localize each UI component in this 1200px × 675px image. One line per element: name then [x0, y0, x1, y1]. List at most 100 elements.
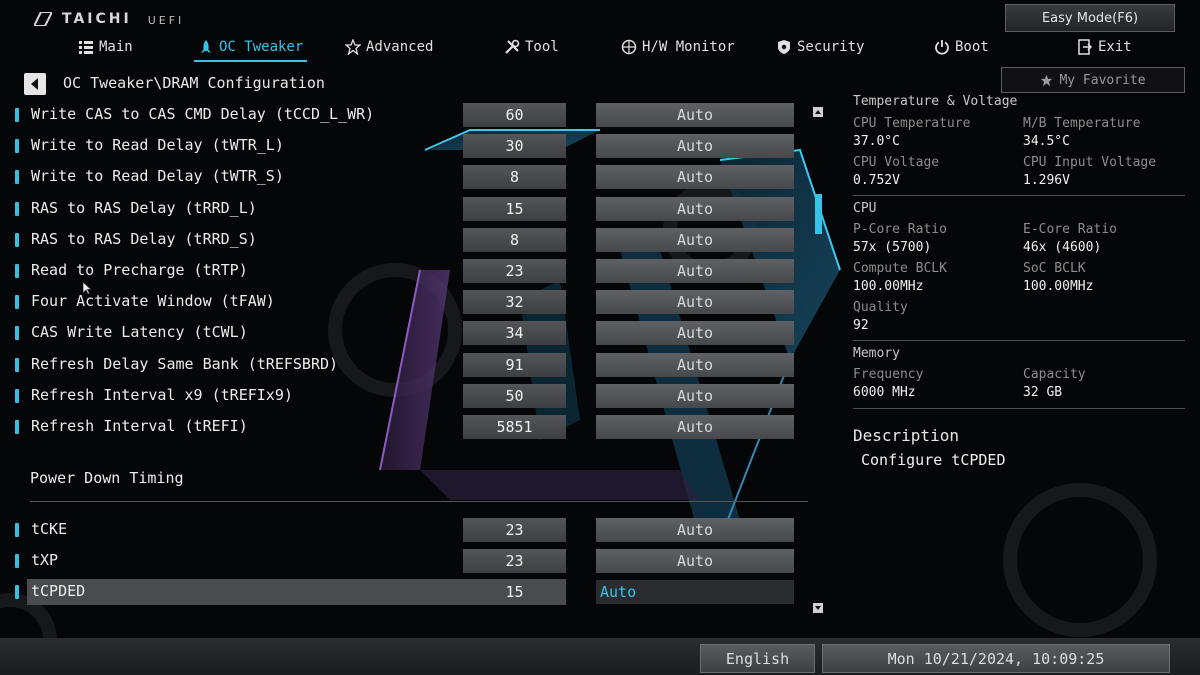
tab-boot[interactable]: Boot — [934, 36, 989, 58]
setting-label: tCKE — [31, 520, 68, 538]
setting-mode-dropdown[interactable]: Auto — [596, 415, 794, 439]
exit-icon — [1078, 39, 1093, 55]
row-bullet — [15, 326, 19, 340]
setting-value-field[interactable]: 15 — [463, 580, 566, 604]
setting-mode-dropdown[interactable]: Auto — [596, 290, 794, 314]
soc-bclk-label: SoC BCLK — [1023, 261, 1086, 276]
setting-value-field[interactable]: 23 — [463, 259, 566, 283]
cpu-temp-label: CPU Temperature — [853, 116, 971, 131]
setting-value-field[interactable]: 8 — [463, 165, 566, 189]
memory-section-title: Memory — [853, 346, 900, 361]
setting-row-trefi[interactable]: Refresh Interval (tREFI) 5851 Auto — [0, 414, 810, 440]
scroll-up-button[interactable] — [813, 107, 823, 117]
setting-row-twtr-s[interactable]: Write to Read Delay (tWTR_S) 8 Auto — [0, 164, 810, 190]
setting-row-trrd-l[interactable]: RAS to RAS Delay (tRRD_L) 15 Auto — [0, 196, 810, 222]
row-bullet — [15, 358, 19, 372]
star-icon — [1041, 74, 1053, 86]
settings-list: Write CAS to CAS CMD Delay (tCCD_L_WR) 6… — [0, 0, 840, 640]
setting-row-trtp[interactable]: Read to Precharge (tRTP) 23 Auto — [0, 258, 810, 284]
row-bullet — [15, 554, 19, 568]
easy-mode-button[interactable]: Easy Mode(F6) — [1005, 4, 1175, 32]
compute-bclk-value: 100.00MHz — [853, 279, 924, 294]
my-favorite-label: My Favorite — [1059, 72, 1146, 88]
setting-value-field[interactable]: 50 — [463, 384, 566, 408]
scroll-down-button[interactable] — [813, 603, 823, 613]
setting-mode-dropdown[interactable]: Auto — [596, 228, 794, 252]
panel-divider — [853, 340, 1185, 341]
setting-label: Refresh Delay Same Bank (tREFSBRD) — [31, 355, 339, 373]
pcore-ratio-value: 57x (5700) — [853, 240, 932, 255]
setting-label: RAS to RAS Delay (tRRD_S) — [31, 230, 257, 248]
setting-row-tfaw[interactable]: Four Activate Window (tFAW) 32 Auto — [0, 289, 810, 315]
setting-mode-dropdown[interactable]: Auto — [596, 580, 794, 604]
setting-label: tXP — [31, 551, 59, 569]
tab-exit[interactable]: Exit — [1077, 36, 1132, 58]
cpu-input-voltage-value: 1.296V — [1023, 173, 1070, 188]
setting-label: Read to Precharge (tRTP) — [31, 261, 248, 279]
setting-mode-dropdown[interactable]: Auto — [596, 103, 794, 127]
mb-temp-value: 34.5°C — [1023, 134, 1070, 149]
setting-mode-dropdown[interactable]: Auto — [596, 134, 794, 158]
setting-value-field[interactable]: 91 — [463, 353, 566, 377]
arrow-down-icon — [815, 606, 821, 610]
setting-value-field[interactable]: 60 — [463, 103, 566, 127]
panel-divider — [853, 195, 1185, 196]
panel-divider — [853, 408, 1185, 409]
setting-label: RAS to RAS Delay (tRRD_L) — [31, 199, 257, 217]
setting-mode-dropdown[interactable]: Auto — [596, 197, 794, 221]
setting-mode-dropdown[interactable]: Auto — [596, 321, 794, 345]
setting-label: Refresh Interval x9 (tREFIx9) — [31, 386, 293, 404]
tab-exit-label: Exit — [1098, 39, 1132, 55]
setting-mode-dropdown[interactable]: Auto — [596, 353, 794, 377]
setting-label: CAS Write Latency (tCWL) — [31, 323, 248, 341]
setting-value-field[interactable]: 30 — [463, 134, 566, 158]
arrow-up-icon — [815, 110, 821, 114]
setting-mode-dropdown[interactable]: Auto — [596, 549, 794, 573]
tab-boot-label: Boot — [955, 39, 989, 55]
setting-value-field[interactable]: 23 — [463, 518, 566, 542]
setting-row-tcpded-selected[interactable]: tCPDED 15 Auto — [0, 579, 810, 605]
setting-mode-dropdown[interactable]: Auto — [596, 165, 794, 189]
setting-row-txp[interactable]: tXP 23 Auto — [0, 548, 810, 574]
setting-value-field[interactable]: 34 — [463, 321, 566, 345]
scrollbar-thumb[interactable] — [815, 194, 822, 234]
cpu-input-voltage-label: CPU Input Voltage — [1023, 155, 1157, 170]
setting-value-field[interactable]: 23 — [463, 549, 566, 573]
language-button[interactable]: English — [700, 644, 815, 673]
setting-row-trefix9[interactable]: Refresh Interval x9 (tREFIx9) 50 Auto — [0, 383, 810, 409]
quality-value: 92 — [853, 318, 869, 333]
section-divider — [30, 501, 808, 502]
setting-value-field[interactable]: 32 — [463, 290, 566, 314]
setting-label: Write to Read Delay (tWTR_S) — [31, 167, 284, 185]
row-bullet — [15, 585, 19, 599]
datetime-display[interactable]: Mon 10/21/2024, 10:09:25 — [822, 644, 1170, 673]
power-icon — [935, 40, 949, 55]
description-title: Description — [853, 426, 959, 445]
row-bullet — [15, 108, 19, 122]
pcore-ratio-label: P-Core Ratio — [853, 222, 947, 237]
row-bullet — [15, 139, 19, 153]
row-bullet — [15, 295, 19, 309]
setting-mode-dropdown[interactable]: Auto — [596, 518, 794, 542]
section-title-power-down: Power Down Timing — [30, 469, 184, 487]
setting-row-tcwl[interactable]: CAS Write Latency (tCWL) 34 Auto — [0, 320, 810, 346]
setting-row-tccd-l-wr[interactable]: Write CAS to CAS CMD Delay (tCCD_L_WR) 6… — [0, 102, 810, 128]
setting-row-trrd-s[interactable]: RAS to RAS Delay (tRRD_S) 8 Auto — [0, 227, 810, 253]
setting-value-field[interactable]: 5851 — [463, 415, 566, 439]
setting-mode-dropdown[interactable]: Auto — [596, 259, 794, 283]
setting-mode-dropdown[interactable]: Auto — [596, 384, 794, 408]
row-bullet — [15, 264, 19, 278]
soc-bclk-value: 100.00MHz — [1023, 279, 1094, 294]
setting-row-trefsbrd[interactable]: Refresh Delay Same Bank (tREFSBRD) 91 Au… — [0, 352, 810, 378]
row-bullet — [15, 233, 19, 247]
ecore-ratio-value: 46x (4600) — [1023, 240, 1102, 255]
setting-value-field[interactable]: 15 — [463, 197, 566, 221]
bottom-bar: English Mon 10/21/2024, 10:09:25 — [0, 638, 1200, 675]
my-favorite-button[interactable]: My Favorite — [1001, 67, 1185, 93]
mouse-cursor-icon — [83, 282, 92, 295]
setting-value-field[interactable]: 8 — [463, 228, 566, 252]
setting-row-tcke[interactable]: tCKE 23 Auto — [0, 517, 810, 543]
temp-voltage-title: Temperature & Voltage — [853, 94, 1018, 109]
memory-frequency-label: Frequency — [853, 367, 924, 382]
setting-row-twtr-l[interactable]: Write to Read Delay (tWTR_L) 30 Auto — [0, 133, 810, 159]
